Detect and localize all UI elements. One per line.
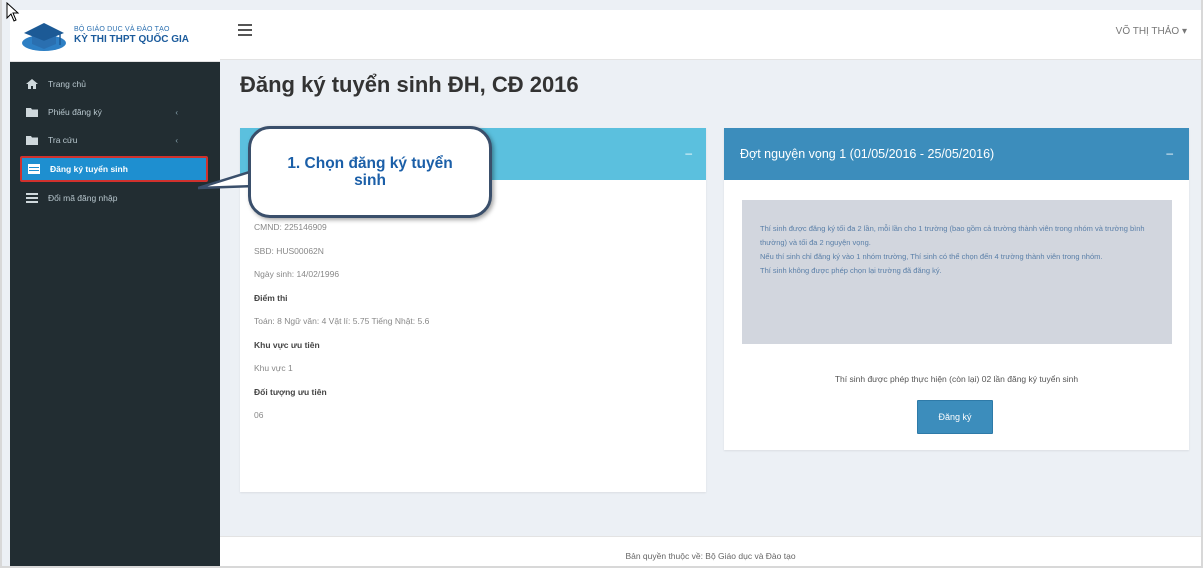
student-info-list: CMND: 225146909 SBD: HUS00062N Ngày sinh… <box>240 180 706 434</box>
logo-subtitle: BỘ GIÁO DỤC VÀ ĐÀO TẠO <box>74 26 170 34</box>
sidebar-item-admission-registration[interactable]: Đăng ký tuyển sinh <box>20 156 208 182</box>
sidebar-item-label: Đăng ký tuyển sinh <box>50 164 128 174</box>
footer: Bản quyền thuộc về: Bộ Giáo dục và Đào t… <box>220 536 1201 566</box>
mouse-cursor-icon <box>6 2 20 22</box>
sidebar-item-lookup[interactable]: Tra cứu ‹ <box>10 126 220 154</box>
folder-icon <box>26 108 38 117</box>
sidebar: BỘ GIÁO DỤC VÀ ĐÀO TẠO KỲ THI THPT QUỐC … <box>10 10 220 566</box>
scores-value: Toán: 8 Ngữ văn: 4 Vật lí: 5.75 Tiếng Nh… <box>254 316 430 326</box>
collapse-icon[interactable]: – <box>1166 146 1173 160</box>
hamburger-menu-icon[interactable] <box>238 24 252 36</box>
candidate-number: SBD: HUS00062N <box>254 245 324 256</box>
page-title: Đăng ký tuyển sinh ĐH, CĐ 2016 <box>240 72 579 97</box>
birth-date: Ngày sinh: 14/02/1996 <box>254 269 340 279</box>
panel-header: Đợt nguyện vọng 1 (01/05/2016 - 25/05/20… <box>724 128 1189 180</box>
sidebar-item-label: Phiếu đăng ký <box>48 107 102 117</box>
rule-text: Nếu thí sinh chỉ đăng ký vào 1 nhóm trườ… <box>760 252 1103 261</box>
student-id-card: CMND: 225146909 <box>254 222 327 232</box>
sidebar-item-label: Tra cứu <box>48 135 78 145</box>
admission-round-panel: Đợt nguyện vọng 1 (01/05/2016 - 25/05/20… <box>724 128 1189 450</box>
chevron-left-icon: ‹ <box>175 135 178 145</box>
round-title: Đợt nguyện vọng 1 (01/05/2016 - 25/05/20… <box>740 147 995 161</box>
priority-area-label: Khu vực ưu tiên <box>254 339 320 350</box>
user-menu[interactable]: VÕ THỊ THẢO ▾ <box>1116 26 1187 37</box>
sidebar-item-label: Trang chủ <box>48 79 86 89</box>
list-icon <box>26 193 38 203</box>
sidebar-item-change-password[interactable]: Đổi mã đăng nhập <box>10 184 220 212</box>
scores-label: Điểm thi <box>254 292 288 303</box>
rule-text: Thí sinh không được phép chọn lại trường… <box>760 266 942 275</box>
graduation-cap-icon <box>22 22 66 51</box>
instruction-callout: 1. Chọn đăng ký tuyển sinh <box>248 126 492 218</box>
home-icon <box>26 79 38 89</box>
priority-area-value: Khu vực 1 <box>254 363 293 373</box>
chevron-left-icon: ‹ <box>175 107 178 117</box>
register-button[interactable]: Đăng ký <box>917 400 993 434</box>
table-icon <box>28 164 40 174</box>
priority-group-label: Đối tượng ưu tiên <box>254 386 327 397</box>
sidebar-item-label: Đổi mã đăng nhập <box>48 193 118 203</box>
rules-notice: Thí sinh được đăng ký tối đa 2 lần, mỗi … <box>742 200 1172 344</box>
folder-icon <box>26 136 38 145</box>
logo-title: KỲ THI THPT QUỐC GIA <box>74 33 189 45</box>
logo[interactable]: BỘ GIÁO DỤC VÀ ĐÀO TẠO KỲ THI THPT QUỐC … <box>10 10 220 62</box>
rule-text: Thí sinh được đăng ký tối đa 2 lần, mỗi … <box>760 224 1145 247</box>
sidebar-menu: Trang chủ Phiếu đăng ký ‹ Tra cứu ‹ Đăng… <box>10 62 220 212</box>
app-window: BỘ GIÁO DỤC VÀ ĐÀO TẠO KỲ THI THPT QUỐC … <box>0 0 1203 568</box>
priority-group-value: 06 <box>254 410 264 420</box>
sidebar-item-home[interactable]: Trang chủ <box>10 70 220 98</box>
top-navbar: VÕ THỊ THẢO ▾ <box>220 10 1201 60</box>
collapse-icon[interactable]: – <box>685 146 692 160</box>
sidebar-item-registration-forms[interactable]: Phiếu đăng ký ‹ <box>10 98 220 126</box>
attempts-remaining-text: Thí sinh được phép thực hiện (còn lại) 0… <box>834 374 1079 384</box>
